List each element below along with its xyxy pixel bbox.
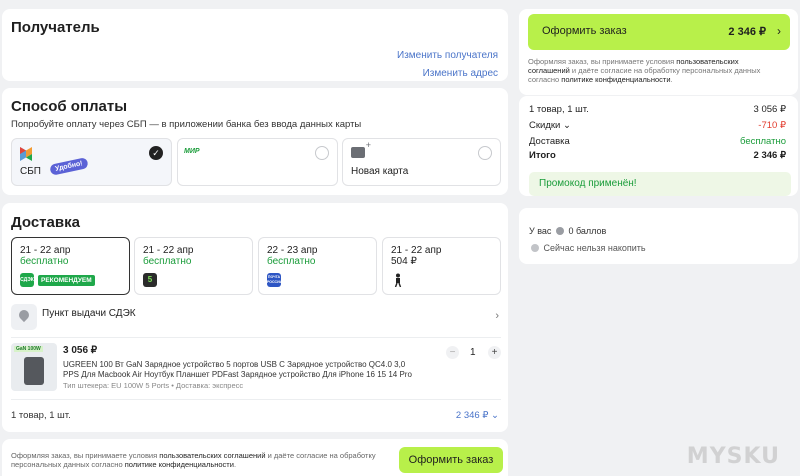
payment-option-label: СБП xyxy=(20,166,41,177)
delivery-total: 2 346 ₽ xyxy=(455,410,489,421)
delivery-date: 21 - 22 апр xyxy=(391,245,442,256)
summary-total-label: Итого xyxy=(529,150,556,161)
product-image-label: GaN 100W xyxy=(14,346,43,352)
card-add-icon xyxy=(351,140,371,158)
payment-title: Способ оплаты xyxy=(11,98,128,115)
mir-logo-icon: МИР xyxy=(184,148,200,155)
change-recipient-link[interactable]: Изменить получателя xyxy=(397,50,498,61)
payment-option-mir[interactable]: МИР xyxy=(177,138,338,186)
summary-discount-value: -710 ₽ xyxy=(758,120,786,131)
pickup-point-row[interactable]: Пункт выдачи СДЭК › xyxy=(11,304,501,332)
privacy-policy-link[interactable]: политике конфиденциальности xyxy=(561,75,670,84)
convenient-badge: Удобно! xyxy=(49,157,89,176)
divider xyxy=(11,337,501,338)
russian-post-logo-icon: ПОЧТА РОССИИ xyxy=(267,273,282,287)
change-address-link[interactable]: Изменить адрес xyxy=(423,68,498,79)
payment-option-sbp[interactable]: Удобно! ✓ СБП xyxy=(11,138,172,186)
place-order-label: Оформить заказ xyxy=(542,25,627,37)
bonus-note: Сейчас нельзя накопить xyxy=(529,243,646,253)
delivery-option-cdek[interactable]: 21 - 22 апр бесплатно СДЭК РЕКОМЕНДУЕМ xyxy=(11,237,130,295)
bonus-card: У вас 0 баллов Сейчас нельзя накопить xyxy=(519,208,798,264)
courier-icon xyxy=(391,273,405,287)
payment-hint: Попробуйте оплату через СБП — в приложен… xyxy=(11,119,362,130)
delivery-total-toggle[interactable]: 2 346 ₽ ⌄ xyxy=(456,410,499,421)
bottom-checkout-bar: Оформляя заказ, вы принимаете условия по… xyxy=(2,439,508,476)
payment-option-label: Новая карта xyxy=(351,166,409,177)
payment-option-new-card[interactable]: Новая карта xyxy=(342,138,501,186)
product-meta: Тип штекера: EU 100W 5 Ports • Доставка:… xyxy=(63,381,244,390)
increase-button[interactable]: + xyxy=(488,346,501,359)
delivery-cost: бесплатно xyxy=(143,256,192,267)
delivery-section: Доставка 21 - 22 апр бесплатно СДЭК РЕКО… xyxy=(2,203,508,432)
order-total: 2 346 ₽ xyxy=(728,26,766,38)
delivery-date: 21 - 22 апр xyxy=(20,245,71,256)
bonus-balance: У вас 0 баллов xyxy=(529,226,607,236)
payment-radio[interactable] xyxy=(315,146,329,160)
summary-delivery-value: бесплатно xyxy=(739,136,786,147)
info-icon xyxy=(531,244,539,252)
watermark: MYSKU xyxy=(686,444,780,469)
chevron-right-icon: › xyxy=(495,310,499,322)
delivery-option-russian-post[interactable]: 22 - 23 апр бесплатно ПОЧТА РОССИИ xyxy=(258,237,377,295)
delivery-cost: бесплатно xyxy=(20,256,69,267)
delivery-items-count: 1 товар, 1 шт. xyxy=(11,410,71,421)
legal-text: Оформляя заказ, вы принимаете условия по… xyxy=(528,57,761,84)
chevron-right-icon: › xyxy=(777,24,781,38)
divider xyxy=(11,399,501,400)
sbp-logo-icon xyxy=(20,147,32,161)
delivery-option-5post[interactable]: 21 - 22 апр бесплатно 5 xyxy=(134,237,253,295)
summary-total-value: 2 346 ₽ xyxy=(753,150,786,161)
pickup-point-label: Пункт выдачи СДЭК xyxy=(42,308,136,319)
product-image[interactable]: GaN 100W xyxy=(11,343,57,391)
recommended-badge: РЕКОМЕНДУЕМ xyxy=(38,275,95,286)
place-order-button[interactable]: Оформить заказ xyxy=(399,447,503,473)
decrease-button[interactable]: − xyxy=(446,346,459,359)
delivery-date: 22 - 23 апр xyxy=(267,245,318,256)
chevron-down-icon: ⌄ xyxy=(562,120,571,131)
summary-delivery-label: Доставка xyxy=(529,136,570,147)
delivery-cost: бесплатно xyxy=(267,256,316,267)
delivery-cost: 504 ₽ xyxy=(391,256,417,267)
location-pin-icon xyxy=(11,304,37,330)
user-agreement-link[interactable]: пользовательских соглашений xyxy=(159,451,265,460)
recipient-section: Получатель Изменить получателя Изменить … xyxy=(2,9,508,81)
payment-section: Способ оплаты Попробуйте оплату через СБ… xyxy=(2,88,508,195)
legal-text: Оформляя заказ, вы принимаете условия по… xyxy=(11,451,376,469)
delivery-title: Доставка xyxy=(11,214,80,231)
charger-shape xyxy=(24,357,44,385)
checkout-card: Оформить заказ 2 346 ₽ › Оформляя заказ,… xyxy=(519,9,798,95)
five-post-logo-icon: 5 xyxy=(143,273,157,287)
summary-items-value: 3 056 ₽ xyxy=(753,104,786,115)
chevron-down-icon: ⌄ xyxy=(491,410,499,421)
product-price: 3 056 ₽ xyxy=(63,345,98,356)
payment-radio[interactable] xyxy=(478,146,492,160)
quantity-stepper: − 1 + xyxy=(446,346,501,360)
summary-items-label: 1 товар, 1 шт. xyxy=(529,104,589,115)
delivery-date: 21 - 22 апр xyxy=(143,245,194,256)
delivery-option-courier[interactable]: 21 - 22 апр 504 ₽ xyxy=(382,237,501,295)
summary-discount-label: Скидки ⌄ xyxy=(529,120,571,131)
order-summary: 1 товар, 1 шт. 3 056 ₽ Скидки ⌄ -710 ₽ Д… xyxy=(519,96,798,196)
bonus-coin-icon xyxy=(555,227,564,235)
recipient-title: Получатель xyxy=(11,19,100,36)
quantity-value: 1 xyxy=(470,347,476,358)
product-title[interactable]: UGREEN 100 Вт GaN Зарядное устройство 5 … xyxy=(63,360,423,380)
privacy-policy-link[interactable]: политике конфиденциальности xyxy=(125,460,234,469)
place-order-main-button[interactable]: Оформить заказ 2 346 ₽ › xyxy=(528,14,790,50)
cdek-logo-icon: СДЭК xyxy=(20,273,34,287)
promo-applied-banner: Промокод применён! xyxy=(529,172,791,196)
payment-radio-checked[interactable]: ✓ xyxy=(149,146,163,160)
